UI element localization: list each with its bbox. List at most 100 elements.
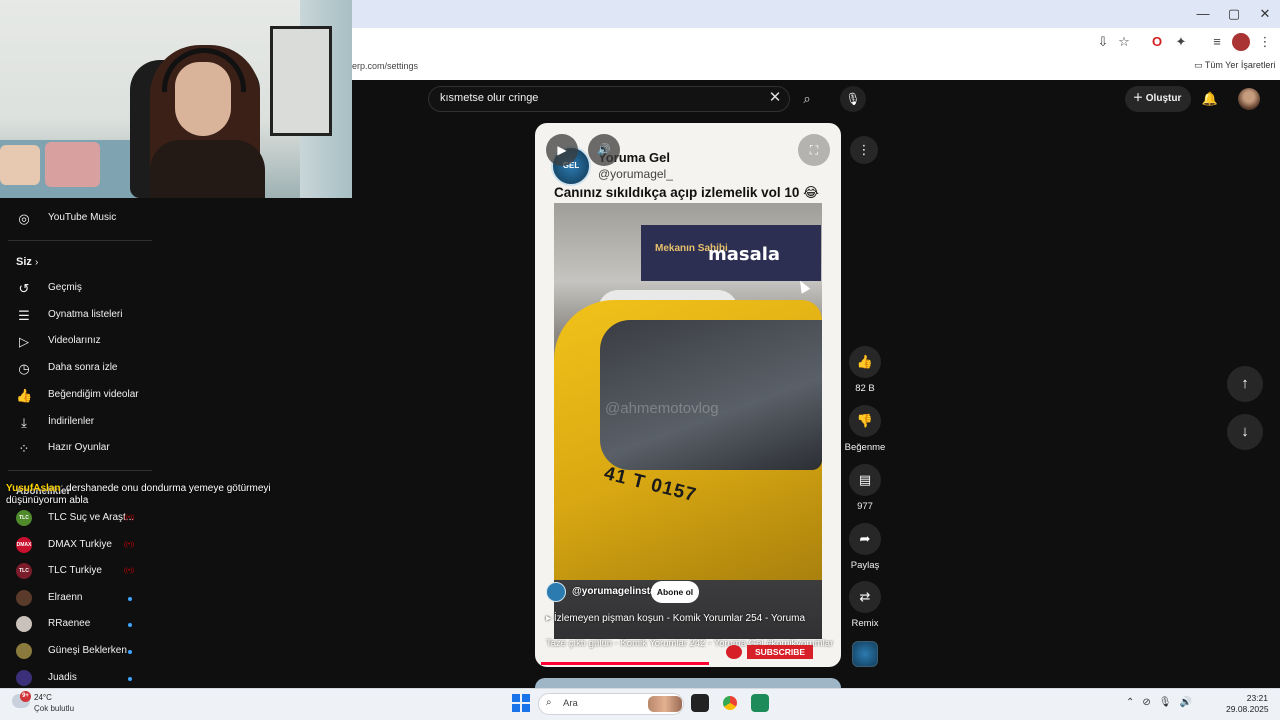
video-taxi-window: [600, 320, 822, 470]
clock-date[interactable]: 29.08.2025: [1226, 704, 1269, 714]
bookmark-star-icon[interactable]: ☆: [1115, 33, 1133, 51]
search-highlight-image[interactable]: [648, 696, 682, 712]
live-indicator-icon: ((•)): [124, 515, 135, 521]
previous-short-arrow-up-icon[interactable]: ↑: [1227, 366, 1263, 402]
live-indicator-icon: ((•)): [124, 568, 135, 575]
play-icon[interactable]: ▶: [546, 134, 578, 166]
stream-chat-message: YusufAslan: dershanede onu dondurma yeme…: [6, 483, 271, 506]
minimize-button[interactable]: —: [1188, 4, 1218, 24]
create-button[interactable]: ＋ Oluştur: [1125, 86, 1191, 112]
chevron-right-icon: ›: [34, 257, 39, 268]
search-icon[interactable]: ⌕: [792, 86, 822, 112]
windows-start-icon[interactable]: [512, 694, 530, 712]
subscription-name: TLC Turkiye: [48, 565, 102, 577]
webcam-pillow: [0, 145, 40, 185]
subscribe-button[interactable]: Abone ol: [651, 581, 699, 603]
taskbar-search-icon: ⌕: [546, 697, 552, 708]
taskbar-search-placeholder: Ara: [563, 698, 578, 709]
more-options-icon[interactable]: ⋮: [850, 136, 878, 164]
sidebar-item-playlists[interactable]: ☰ Oynatma listeleri: [0, 303, 152, 329]
you-section-label: Siz: [16, 256, 32, 268]
url-fragment[interactable]: erp.com/settings: [352, 61, 418, 71]
extensions-icon[interactable]: ✦: [1172, 33, 1190, 51]
search-query[interactable]: kısmetse olur cringe: [440, 92, 538, 104]
subscription-avatar: TLC: [16, 510, 32, 526]
like-count: 82 B: [855, 383, 875, 394]
weather-description[interactable]: Çok bulutlu: [34, 704, 74, 713]
playlist-link[interactable]: ▸ İzlemeyen pişman koşun - Komik Yorumla…: [546, 613, 805, 624]
notifications-bell-icon[interactable]: 🔔: [1200, 89, 1220, 109]
subscription-item[interactable]: TLC TLC Turkiye ((•)): [0, 559, 152, 585]
subscription-name: Güneşi Beklerken: [48, 645, 127, 656]
weather-temperature[interactable]: 24°C: [34, 693, 52, 702]
sidebar-item-label: Geçmiş: [48, 282, 82, 293]
dislike-button[interactable]: 👎: [849, 405, 881, 437]
webcam-pillow: [45, 142, 100, 187]
playables-icon: ⁘: [18, 441, 30, 457]
chrome-menu-icon[interactable]: ⋮: [1256, 33, 1274, 51]
chat-username: YusufAslan: [6, 483, 61, 494]
thumbs-down-icon: 👎: [856, 413, 874, 428]
all-bookmarks-link[interactable]: ▭ Tüm Yer İşaretleri: [1194, 60, 1275, 71]
clear-search-icon[interactable]: ✕: [766, 89, 784, 107]
clock-time[interactable]: 23:21: [1240, 693, 1268, 703]
your-videos-icon: ▷: [19, 334, 29, 350]
sidebar-item-label: Beğendiğim videolar: [48, 388, 139, 400]
sidebar-item-label: Videolarınız: [48, 335, 101, 347]
billboard-brand: masala: [708, 244, 781, 265]
overlay-channel-avatar[interactable]: [546, 582, 566, 602]
opera-extension-icon[interactable]: O: [1148, 33, 1166, 51]
watch-later-icon: ◷: [18, 361, 30, 377]
subscription-item[interactable]: Güneşi Beklerken: [0, 639, 152, 665]
dislike-label: Beğenme: [844, 442, 886, 453]
chrome-taskbar-icon[interactable]: [721, 694, 739, 712]
subscription-avatar: [16, 669, 32, 686]
account-avatar[interactable]: [1238, 88, 1260, 110]
next-short-arrow-down-icon[interactable]: ↓: [1227, 414, 1263, 450]
task-view-icon[interactable]: [691, 694, 709, 712]
downloads-icon: ⤓: [21, 414, 27, 430]
sidebar-item-watch-later[interactable]: ◷ Daha sonra izle: [0, 356, 152, 382]
video-progress-bar[interactable]: [541, 662, 709, 665]
close-window-button[interactable]: ✕: [1250, 4, 1280, 24]
history-icon: ↺: [18, 281, 30, 296]
subscription-item[interactable]: RRaenee: [0, 612, 152, 638]
subscription-item[interactable]: TLC TLC Suç ve Araşt... ((•)): [0, 506, 152, 532]
sidebar-you-header[interactable]: Siz ›: [16, 256, 38, 268]
microphone-icon[interactable]: 🎙: [840, 86, 866, 112]
sidebar-item-downloads[interactable]: ⤓ İndirilenler: [0, 410, 152, 436]
subscription-item[interactable]: DMAX DMAX Turkiye ((•)): [0, 533, 152, 559]
sidebar-item-playables[interactable]: ⁘ Hazır Oyunlar: [0, 436, 152, 462]
fullscreen-icon[interactable]: ⛶: [798, 134, 830, 166]
sidebar-item-youtube-music[interactable]: ◎ YouTube Music: [0, 206, 152, 232]
live-indicator-icon: ((•)): [124, 541, 135, 548]
sidebar-item-liked-videos[interactable]: 👍 Beğendiğim videolar: [0, 383, 152, 409]
share-button[interactable]: ➦: [849, 523, 881, 555]
sidebar-divider: [8, 470, 152, 471]
video-watermark: @ahmemotovlog: [605, 400, 719, 417]
remix-label: Remix: [851, 618, 879, 629]
media-controls-icon[interactable]: ≡: [1208, 33, 1226, 51]
subscription-item[interactable]: Elraenn: [0, 586, 152, 612]
remix-button[interactable]: ⇄: [849, 581, 881, 613]
volume-icon[interactable]: 🔊: [588, 134, 620, 166]
app-taskbar-icon[interactable]: [751, 694, 769, 712]
system-tray-icons[interactable]: ⌃⊘🎙🔊: [1126, 697, 1200, 708]
maximize-button[interactable]: ▢: [1219, 4, 1249, 24]
sidebar-item-label: YouTube Music: [48, 212, 117, 223]
comments-button[interactable]: ▤: [849, 464, 881, 496]
liked-videos-icon: 👍: [16, 387, 33, 403]
webcam-wall-frame: [270, 26, 332, 136]
overlay-channel-handle[interactable]: @yorumagelinsta: [572, 586, 656, 597]
install-app-icon[interactable]: ⇩: [1094, 33, 1112, 51]
sidebar-item-your-videos[interactable]: ▷ Videolarınız: [0, 329, 152, 355]
comment-count: 977: [857, 501, 873, 512]
like-button[interactable]: 👍: [849, 346, 881, 378]
sidebar-item-history[interactable]: ↺ Geçmiş: [0, 276, 152, 302]
share-arrow-icon: ➦: [859, 531, 871, 546]
new-content-dot-icon: [128, 623, 132, 628]
subscription-name: Juadis: [48, 671, 77, 683]
sidebar-item-label: İndirilenler: [48, 415, 95, 427]
profile-icon[interactable]: [1232, 33, 1250, 51]
sound-thumbnail[interactable]: [852, 641, 878, 667]
